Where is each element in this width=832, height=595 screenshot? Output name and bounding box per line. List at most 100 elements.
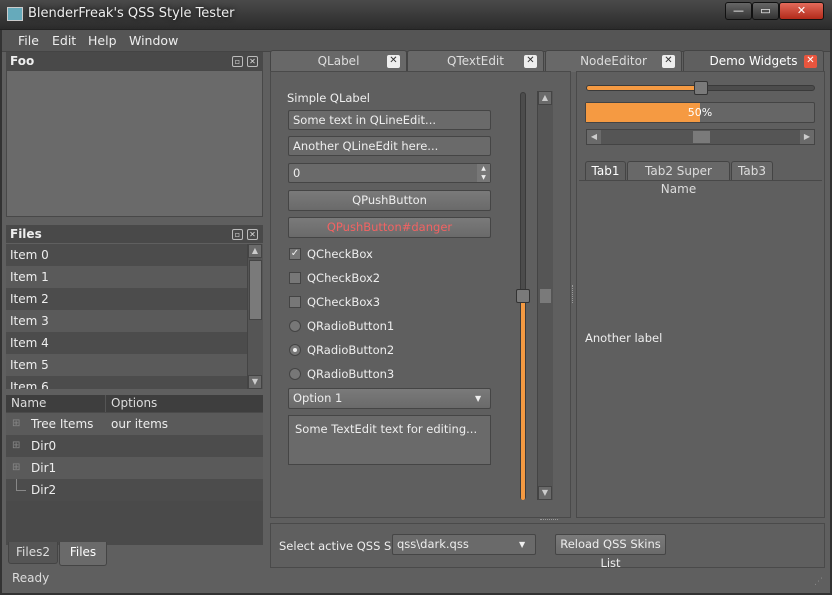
checkbox-1[interactable]: ✓	[289, 248, 301, 260]
close-tab-icon[interactable]: ✕	[387, 55, 400, 68]
horizontal-slider-fill	[587, 86, 701, 90]
text-edit[interactable]: Some TextEdit text for editing...	[288, 415, 491, 465]
branch-icon: ⊞	[12, 462, 21, 473]
checkbox-2[interactable]	[289, 272, 301, 284]
tree-item-option: our items	[111, 417, 169, 431]
spinbox-value: 0	[293, 166, 301, 180]
radio-2-label: QRadioButton2	[307, 343, 395, 357]
reload-skins-button[interactable]: Reload QSS Skins List	[555, 534, 666, 570]
close-icon[interactable]: ✕	[247, 56, 258, 67]
splitter-handle[interactable]	[572, 285, 575, 303]
resize-grip-icon[interactable]: ⋰	[814, 577, 826, 589]
foo-dock-title[interactable]: Foo	[6, 52, 263, 70]
chevron-down-icon: ▼	[475, 394, 482, 403]
scroll-up-icon[interactable]: ▲	[248, 244, 262, 258]
tree-row[interactable]: ⊞ Dir1	[6, 457, 263, 479]
spin-down-icon[interactable]: ▼	[477, 173, 490, 182]
tab-tab3[interactable]: Tab3	[731, 161, 773, 181]
vertical-slider-fill	[521, 296, 525, 500]
tree-row[interactable]: ⊞ Tree Items our items	[6, 413, 263, 435]
radio-2[interactable]	[289, 344, 301, 356]
tree-header-options[interactable]: Options	[106, 395, 263, 412]
maximize-button[interactable]: ▭	[752, 2, 779, 20]
tab-demo-widgets[interactable]: Demo Widgets ✕	[683, 50, 824, 72]
lineedit-1[interactable]: Some text in QLineEdit...	[288, 110, 491, 130]
spinbox[interactable]: 0 ▲ ▼	[288, 163, 491, 183]
demo-left-pane: Simple QLabel Some text in QLineEdit... …	[270, 71, 571, 518]
scrollbar-handle[interactable]	[540, 289, 551, 303]
scroll-down-icon[interactable]: ▼	[248, 375, 262, 389]
splitter-handle[interactable]	[540, 519, 558, 522]
radio-3[interactable]	[289, 368, 301, 380]
tab-files2[interactable]: Files2	[8, 542, 58, 564]
menu-help[interactable]: Help	[88, 33, 117, 48]
spin-up-icon[interactable]: ▲	[477, 164, 490, 173]
minimize-button[interactable]: —	[725, 2, 752, 20]
tree-row[interactable]: ⊞ Dir0	[6, 435, 263, 457]
tab-tab2[interactable]: Tab2 Super Name	[627, 161, 730, 196]
vertical-slider-handle[interactable]	[516, 289, 530, 303]
list-item[interactable]: Item 1	[6, 266, 247, 288]
qpushbutton[interactable]: QPushButton	[288, 190, 491, 211]
chevron-down-icon: ▼	[519, 540, 526, 549]
tree-item-name: Tree Items	[31, 417, 94, 431]
float-icon[interactable]: ▫	[232, 56, 243, 67]
skin-label: Select active QSS Skin	[279, 539, 409, 553]
scrollbar-handle[interactable]	[249, 260, 262, 320]
horizontal-scrollbar[interactable]: ◀ ▶	[586, 129, 815, 145]
lineedit-2[interactable]: Another QLineEdit here...	[288, 136, 491, 156]
list-item[interactable]: Item 4	[6, 332, 247, 354]
radio-3-label: QRadioButton3	[307, 367, 395, 381]
scroll-left-icon[interactable]: ◀	[587, 130, 601, 144]
progress-bar: 50%	[585, 102, 815, 123]
radio-1[interactable]	[289, 320, 301, 332]
foo-content	[6, 70, 263, 217]
tab-qlabel[interactable]: QLabel ✕	[270, 50, 407, 72]
title-bar[interactable]: BlenderFreak's QSS Style Tester — ▭ ✕	[0, 0, 832, 30]
close-tab-icon[interactable]: ✕	[524, 55, 537, 68]
close-window-button[interactable]: ✕	[779, 2, 824, 20]
skin-bar: Select active QSS Skin qss\dark.qss ▼ Re…	[270, 523, 825, 570]
close-icon[interactable]: ✕	[247, 229, 258, 240]
tab-files[interactable]: Files	[59, 542, 107, 566]
float-icon[interactable]: ▫	[232, 229, 243, 240]
list-item[interactable]: Item 0	[6, 244, 247, 266]
files-dock: Files ▫ ✕ Item 0 Item 1 Item 2 Item 3 It…	[6, 225, 263, 570]
horizontal-slider-handle[interactable]	[694, 81, 708, 95]
vertical-scrollbar[interactable]: ▲ ▼	[537, 91, 553, 500]
danger-button[interactable]: QPushButton#danger	[288, 217, 491, 238]
menu-bar: File Edit Help Window	[2, 30, 830, 52]
app-icon	[7, 7, 23, 21]
tree-row[interactable]: Dir2	[6, 479, 263, 501]
scroll-right-icon[interactable]: ▶	[800, 130, 814, 144]
combo-box[interactable]: Option 1 ▼	[288, 388, 491, 409]
skin-value: qss\dark.qss	[397, 537, 469, 551]
list-item[interactable]: Item 6	[6, 376, 247, 389]
tab-label: Demo Widgets	[709, 54, 798, 68]
menu-edit[interactable]: Edit	[52, 33, 76, 48]
tree-header-name[interactable]: Name	[6, 395, 106, 412]
checkbox-1-label: QCheckBox	[307, 247, 373, 261]
files-dock-title[interactable]: Files	[6, 225, 263, 243]
scroll-down-icon[interactable]: ▼	[538, 486, 552, 500]
files-list-scrollbar[interactable]: ▲ ▼	[247, 244, 263, 389]
tab-nodeeditor[interactable]: NodeEditor ✕	[545, 50, 682, 72]
tab-tab1[interactable]: Tab1	[585, 161, 626, 181]
menu-file[interactable]: File	[18, 33, 39, 48]
tree-view: Name Options ⊞ Tree Items our items ⊞ Di…	[6, 395, 263, 545]
list-item[interactable]: Item 2	[6, 288, 247, 310]
tab-qtextedit[interactable]: QTextEdit ✕	[407, 50, 544, 72]
combo-value: Option 1	[293, 391, 343, 405]
skin-combo[interactable]: qss\dark.qss ▼	[392, 534, 536, 555]
menu-window[interactable]: Window	[129, 33, 178, 48]
close-tab-icon[interactable]: ✕	[804, 55, 817, 68]
scrollbar-handle[interactable]	[693, 131, 710, 143]
list-item[interactable]: Item 3	[6, 310, 247, 332]
scroll-up-icon[interactable]: ▲	[538, 91, 552, 105]
tab-page	[579, 180, 822, 515]
tree-item-name: Dir2	[31, 483, 57, 497]
close-tab-icon[interactable]: ✕	[662, 55, 675, 68]
list-item[interactable]: Item 5	[6, 354, 247, 376]
progress-text: 50%	[687, 106, 713, 119]
checkbox-3[interactable]	[289, 296, 301, 308]
